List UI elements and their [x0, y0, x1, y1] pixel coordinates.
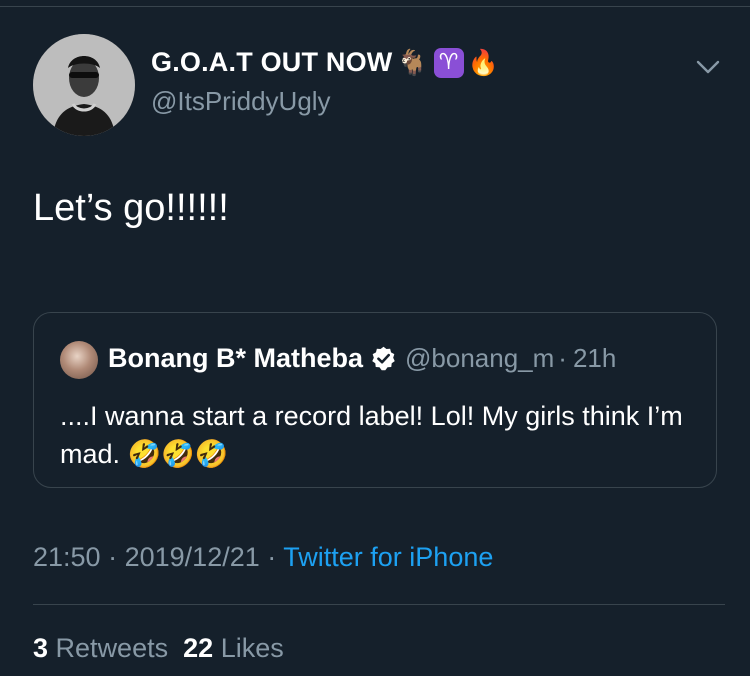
- quoted-author-avatar[interactable]: [60, 341, 98, 379]
- retweets-count: 3: [33, 633, 49, 663]
- tweet-text: Let’s go!!!!!!: [33, 187, 229, 229]
- author-avatar[interactable]: [33, 34, 135, 136]
- fire-emoji-icon: 🔥: [467, 48, 499, 77]
- tweet-source-link[interactable]: Twitter for iPhone: [283, 542, 493, 572]
- tweet-date[interactable]: 2019/12/21: [125, 542, 260, 572]
- laughing-emoji-icon: 🤣🤣🤣: [127, 439, 229, 470]
- quoted-author-handle[interactable]: @bonang_m: [405, 343, 554, 374]
- tweet-time[interactable]: 21:50: [33, 542, 101, 572]
- verified-badge-icon: [372, 346, 395, 371]
- author-name-row[interactable]: G.O.A.T OUT NOW 🐐 ♈ 🔥: [151, 47, 499, 78]
- retweets-label: Retweets: [55, 633, 169, 663]
- meta-separator-2: ·: [267, 542, 277, 572]
- aries-emoji-icon: ♈: [433, 47, 464, 78]
- meta-separator: ·: [108, 542, 118, 572]
- quoted-author-name[interactable]: Bonang B* Matheba: [108, 343, 363, 374]
- tweet-stats: 3 Retweets 22 Likes: [33, 633, 284, 664]
- quoted-tweet-text: ....I wanna start a record label! Lol! M…: [60, 397, 690, 473]
- tweet-meta: 21:50 · 2019/12/21 · Twitter for iPhone: [33, 542, 493, 573]
- quoted-tweet-card[interactable]: Bonang B* Matheba @bonang_m · 21h ....I …: [33, 312, 717, 488]
- top-divider: [0, 6, 750, 7]
- quoted-separator: ·: [558, 343, 567, 373]
- avatar-portrait: [33, 34, 135, 136]
- quoted-timestamp[interactable]: 21h: [573, 343, 616, 374]
- stats-divider: [33, 604, 725, 605]
- goat-emoji-icon: 🐐: [396, 48, 428, 77]
- author-handle[interactable]: @ItsPriddyUgly: [151, 86, 331, 117]
- likes-stat[interactable]: 22 Likes: [183, 633, 284, 663]
- likes-count: 22: [183, 633, 214, 663]
- likes-label: Likes: [220, 633, 284, 663]
- quoted-tweet-header: Bonang B* Matheba @bonang_m · 21h: [108, 343, 616, 374]
- retweets-stat[interactable]: 3 Retweets: [33, 633, 168, 663]
- chevron-down-icon[interactable]: [694, 56, 722, 78]
- author-display-name[interactable]: G.O.A.T OUT NOW: [151, 47, 392, 78]
